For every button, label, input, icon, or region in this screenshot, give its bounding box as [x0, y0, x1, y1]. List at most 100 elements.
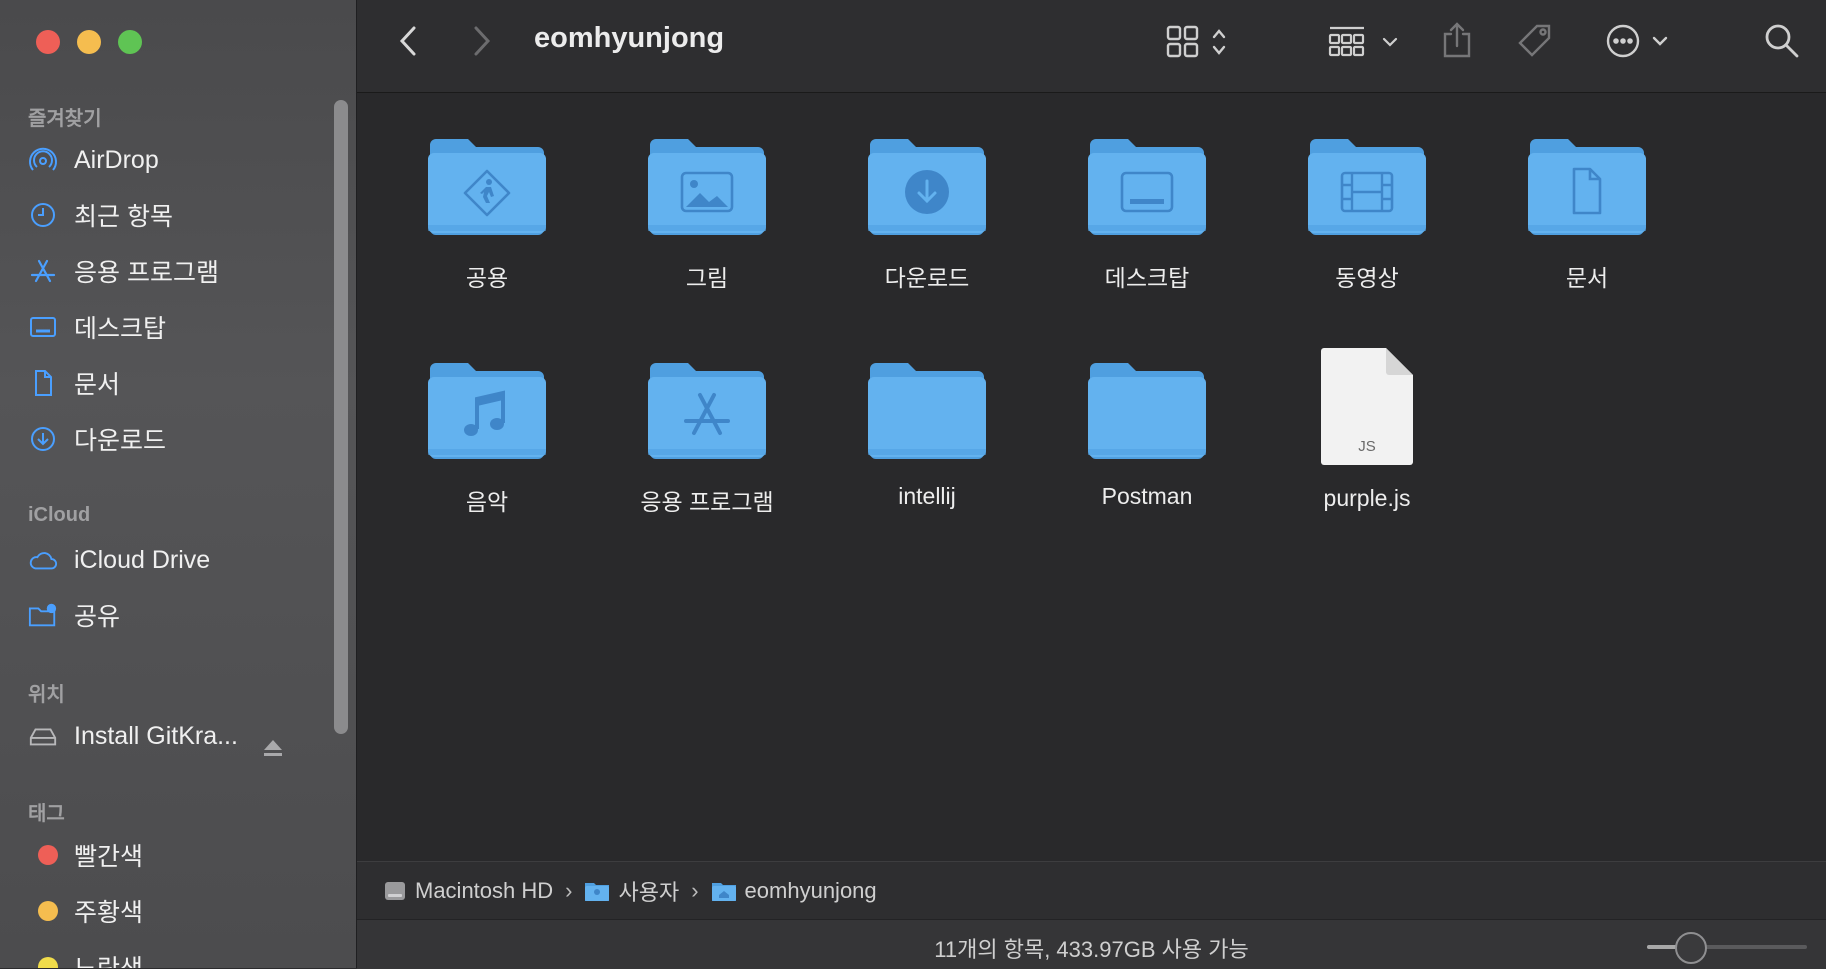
- more-actions-button[interactable]: [1604, 22, 1680, 62]
- sidebar-item-airdrop[interactable]: AirDrop: [28, 140, 328, 180]
- folder-item-documents[interactable]: 문서: [1487, 133, 1687, 293]
- sidebar-item-tag-red[interactable]: 빨간색: [28, 835, 328, 875]
- folder-item-public[interactable]: 공용: [387, 133, 587, 293]
- item-label: Postman: [1101, 483, 1193, 509]
- status-text: 11개의 항목, 433.97GB 사용 가능: [934, 937, 1249, 962]
- sidebar-item-shared[interactable]: 공유: [28, 595, 328, 635]
- movies-folder-icon: [1308, 139, 1426, 235]
- download-icon: [28, 423, 66, 455]
- sidebar-item-label: 응용 프로그램: [74, 259, 219, 287]
- path-item-label: eomhyunjong: [744, 878, 877, 903]
- sidebar-section-locations: 위치: [28, 684, 65, 706]
- downloads-folder-icon: [868, 139, 986, 235]
- sidebar-section-tags: 태그: [28, 803, 65, 825]
- item-label: purple.js: [1323, 485, 1411, 511]
- sidebar-item-tag-orange[interactable]: 주황색: [28, 891, 328, 931]
- sidebar-item-label: 주황색: [74, 899, 144, 927]
- close-window-button[interactable]: [36, 30, 60, 54]
- sidebar-item-tag-yellow[interactable]: 노란색: [28, 947, 328, 968]
- sidebar-item-documents[interactable]: 문서: [28, 363, 328, 403]
- hard-drive-icon: [385, 882, 405, 900]
- folder-item-downloads[interactable]: 다운로드: [827, 133, 1027, 293]
- folder-icon: [1088, 363, 1206, 459]
- sidebar-item-label: 데스크탑: [74, 315, 167, 343]
- tag-button[interactable]: [1515, 22, 1555, 62]
- applications-icon: [28, 255, 66, 287]
- sidebar-item-label: 문서: [74, 371, 121, 399]
- users-folder-icon: [585, 883, 610, 901]
- sidebar-item-label: 공유: [74, 603, 121, 631]
- path-item-label: Macintosh HD: [415, 878, 554, 903]
- folder-item-applications[interactable]: 응용 프로그램: [607, 357, 807, 517]
- item-label: 공용: [465, 265, 509, 291]
- search-button[interactable]: [1763, 22, 1801, 60]
- applications-folder-icon: [648, 363, 766, 459]
- item-label: 데스크탑: [1104, 265, 1190, 291]
- sidebar-item-label: 다운로드: [74, 427, 167, 455]
- path-item-macintosh-hd[interactable]: Macintosh HD: [383, 878, 553, 904]
- file-icon-view[interactable]: 공용 그림 다운로드 데스크탑 동영상 문서 음악 응용 프로그램 intell…: [357, 93, 1826, 861]
- sidebar-scrollbar[interactable]: [334, 100, 348, 734]
- sidebar-item-label: AirDrop: [74, 145, 159, 174]
- music-folder-icon: [428, 363, 546, 459]
- forward-button[interactable]: [467, 24, 495, 58]
- document-icon: [28, 367, 66, 399]
- item-label: 응용 프로그램: [640, 489, 774, 515]
- public-folder-icon: [428, 139, 546, 235]
- sidebar-item-recents[interactable]: 최근 항목: [28, 195, 328, 235]
- svg-text:JS: JS: [1358, 438, 1376, 455]
- sidebar-item-label: Install GitKra...: [74, 721, 238, 750]
- tag-color-dot-icon: [28, 895, 66, 927]
- status-bar: 11개의 항목, 433.97GB 사용 가능: [357, 919, 1826, 969]
- group-by-button[interactable]: [1327, 24, 1403, 60]
- sidebar-section-icloud: iCloud: [28, 504, 91, 526]
- folder-item-postman[interactable]: Postman: [1047, 357, 1247, 510]
- shared-folder-icon: [28, 599, 66, 631]
- toolbar: eomhyunjong: [357, 0, 1826, 93]
- zoom-window-button[interactable]: [118, 30, 142, 54]
- desktop-folder-icon: [1088, 139, 1206, 235]
- item-label: 문서: [1565, 265, 1609, 291]
- path-item-home[interactable]: eomhyunjong: [711, 878, 877, 904]
- folder-item-music[interactable]: 음악: [387, 357, 587, 517]
- desktop-icon: [28, 311, 66, 343]
- sidebar-item-applications[interactable]: 응용 프로그램: [28, 251, 328, 291]
- cloud-icon: [28, 544, 66, 576]
- path-item-users[interactable]: 사용자: [584, 875, 679, 907]
- sidebar-item-label: 빨간색: [74, 843, 144, 871]
- path-bar: Macintosh HD › 사용자 › eomhyunjong: [357, 861, 1826, 920]
- item-label: intellij: [898, 483, 956, 509]
- minimize-window-button[interactable]: [77, 30, 101, 54]
- path-item-label: 사용자: [618, 880, 680, 905]
- airdrop-icon: [28, 144, 66, 176]
- grid-icon: [1166, 25, 1199, 58]
- sidebar-item-label: iCloud Drive: [74, 545, 211, 574]
- folder-item-intellij[interactable]: intellij: [827, 357, 1027, 510]
- clock-icon: [28, 199, 66, 231]
- window-title: eomhyunjong: [534, 22, 725, 54]
- file-item-purple-js[interactable]: JS purple.js: [1267, 347, 1467, 512]
- item-label: 음악: [465, 489, 509, 515]
- eject-icon[interactable]: [262, 738, 284, 763]
- item-label: 동영상: [1335, 265, 1399, 291]
- view-mode-button[interactable]: [1165, 24, 1235, 60]
- chevron-right-icon: ›: [565, 878, 573, 903]
- ellipsis-circle-icon: [1606, 24, 1640, 58]
- tag-color-dot-icon: [28, 951, 66, 968]
- sidebar-item-icloud-drive[interactable]: iCloud Drive: [28, 540, 328, 580]
- sidebar-item-desktop[interactable]: 데스크탑: [28, 307, 328, 347]
- share-button[interactable]: [1439, 20, 1475, 60]
- folder-item-desktop[interactable]: 데스크탑: [1047, 133, 1247, 293]
- icon-size-slider-knob[interactable]: [1675, 932, 1707, 964]
- folder-item-pictures[interactable]: 그림: [607, 133, 807, 293]
- sidebar-item-downloads[interactable]: 다운로드: [28, 419, 328, 459]
- item-label: 그림: [685, 265, 729, 291]
- folder-item-movies[interactable]: 동영상: [1267, 133, 1467, 293]
- documents-folder-icon: [1528, 139, 1646, 235]
- sidebar-item-label: 최근 항목: [74, 203, 173, 231]
- back-button[interactable]: [395, 24, 423, 58]
- drive-icon: [28, 720, 66, 752]
- search-icon: [1765, 24, 1799, 58]
- window-controls: [36, 30, 142, 54]
- sidebar-section-favorites: 즐겨찾기: [28, 108, 102, 130]
